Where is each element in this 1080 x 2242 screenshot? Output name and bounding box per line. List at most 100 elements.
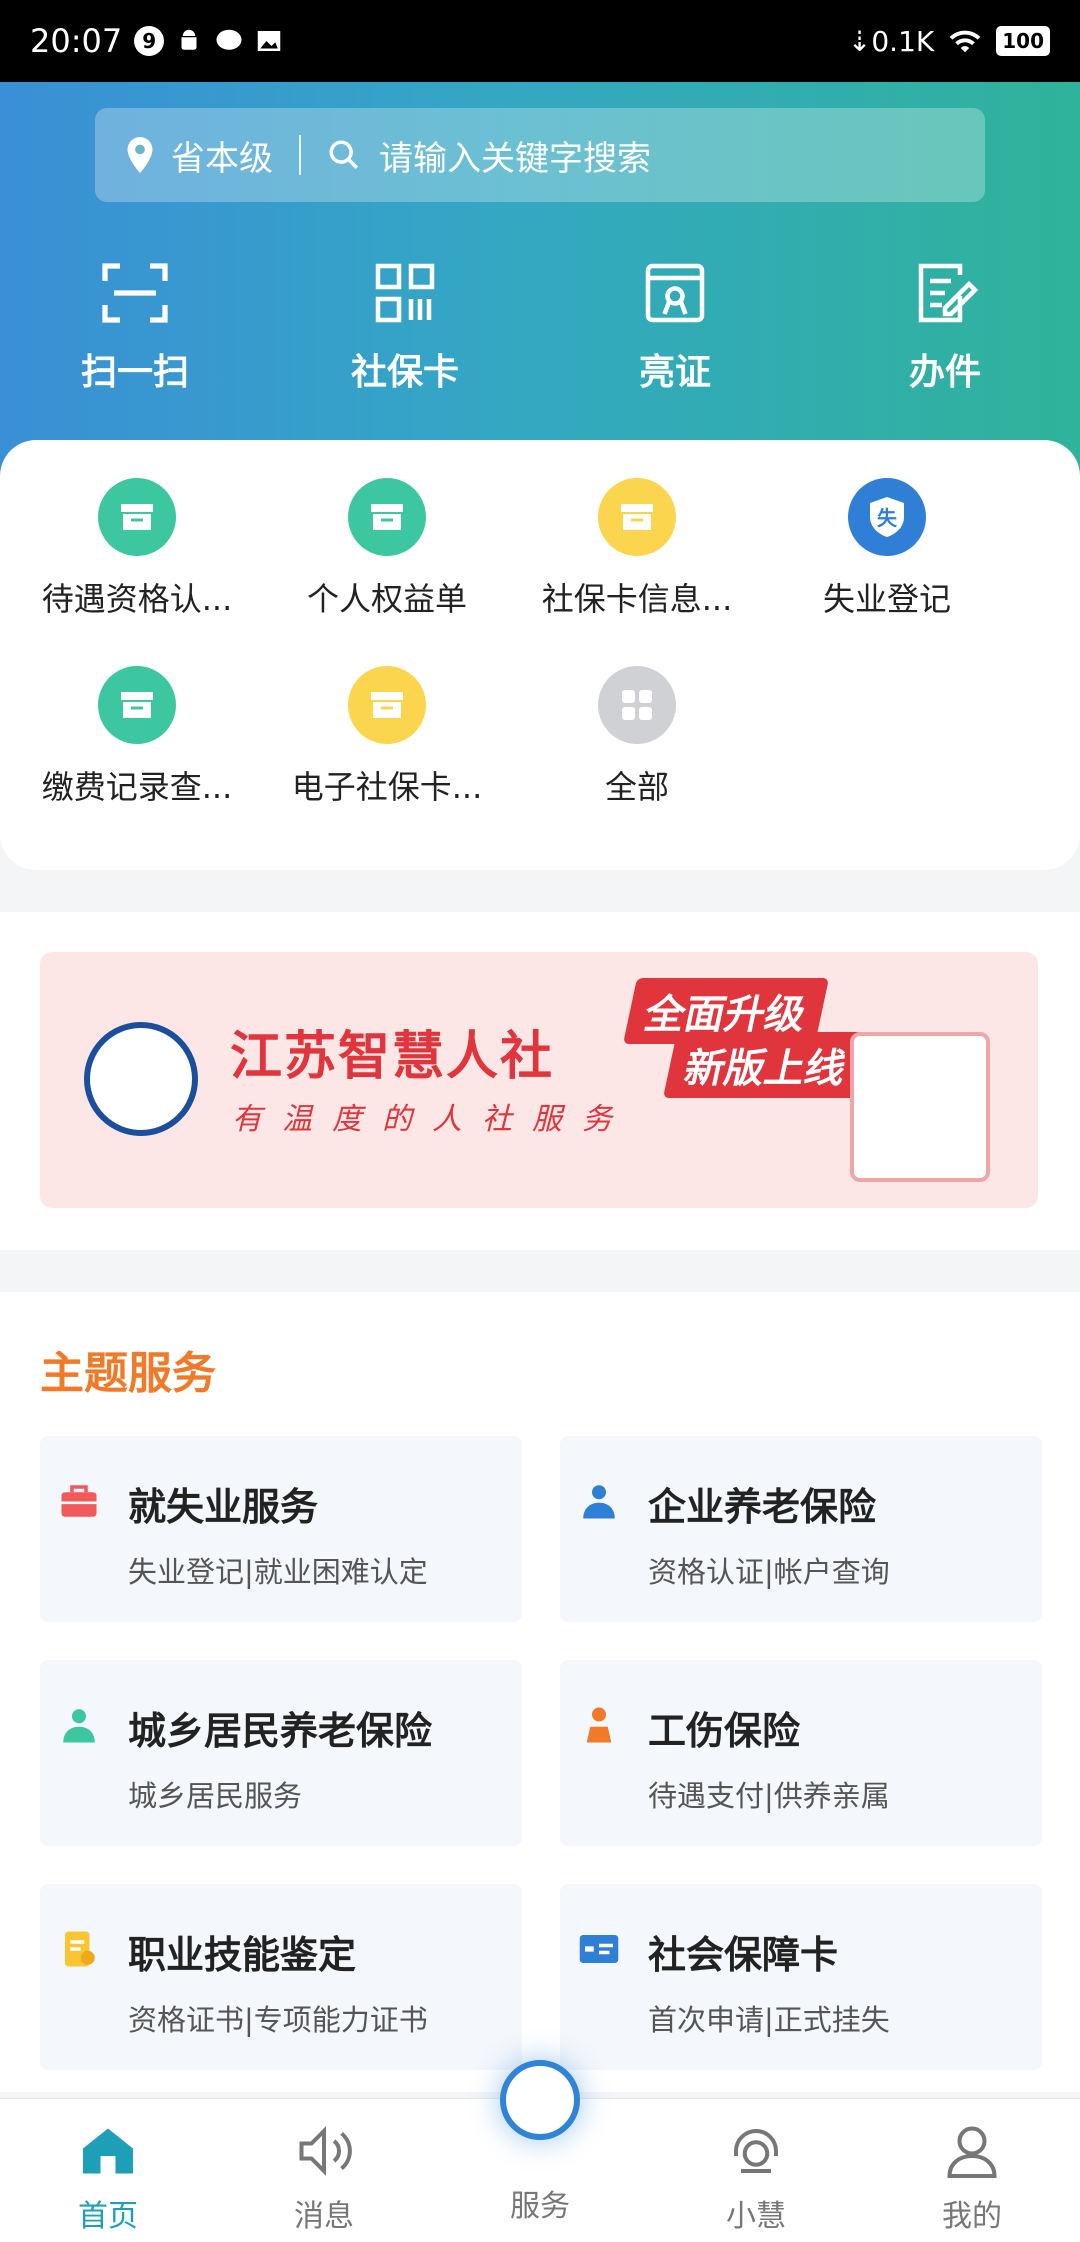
quick-handle[interactable]: 办件 bbox=[810, 257, 1080, 395]
tile-injury-insurance[interactable]: 工伤保险 待遇支付|供养亲属 bbox=[560, 1660, 1042, 1846]
tile-subtitle: 失业登记|就业困难认定 bbox=[128, 1555, 428, 1589]
home-icon bbox=[83, 2128, 133, 2174]
injury-icon bbox=[586, 1707, 612, 1743]
headset-icon bbox=[734, 2129, 778, 2173]
quick-handle-label: 办件 bbox=[908, 352, 981, 393]
section-title: 主题服务 bbox=[40, 1348, 216, 1399]
region-selector[interactable]: 省本级 bbox=[171, 131, 273, 180]
tile-title: 就失业服务 bbox=[128, 1485, 319, 1529]
wifi-icon bbox=[949, 30, 981, 53]
box-icon bbox=[98, 666, 176, 744]
service-all[interactable]: 全部 bbox=[512, 666, 762, 808]
service-qualification[interactable]: 待遇资格认... bbox=[12, 478, 262, 620]
skill-cert-icon bbox=[65, 1931, 95, 1967]
tab-label: 首页 bbox=[78, 2199, 138, 2234]
tile-title: 城乡居民养老保险 bbox=[128, 1709, 433, 1753]
service-label: 个人权益单 bbox=[306, 580, 467, 618]
promo-banner[interactable]: 江苏智慧人社 有温度的人社服务 全面升级 新版上线 bbox=[40, 952, 1038, 1208]
si-card-icon bbox=[579, 1935, 619, 1963]
battery-level: 100 bbox=[996, 26, 1050, 56]
screen-illustration bbox=[850, 1032, 990, 1182]
quick-certificate-label: 亮证 bbox=[638, 352, 711, 393]
tile-enterprise-pension[interactable]: 企业养老保险 资格认证|帐户查询 bbox=[560, 1436, 1042, 1622]
tile-subtitle: 待遇支付|供养亲属 bbox=[648, 1779, 890, 1813]
tile-subtitle: 首次申请|正式挂失 bbox=[648, 2003, 890, 2037]
tile-subtitle: 资格认证|帐户查询 bbox=[648, 1555, 890, 1589]
service-label: 电子社保卡... bbox=[291, 768, 483, 806]
tab-xiaohui[interactable]: 小慧 bbox=[648, 2099, 864, 2242]
tile-subtitle: 资格证书|专项能力证书 bbox=[128, 2003, 428, 2037]
service-label: 待遇资格认... bbox=[41, 580, 233, 618]
quick-actions: 扫一扫 社保卡 亮证 办件 bbox=[0, 257, 1080, 395]
tile-subtitle: 城乡居民服务 bbox=[128, 1779, 303, 1813]
banner-subtitle: 有温度的人社服务 bbox=[232, 1102, 632, 1137]
theme-services: 主题服务 就失业服务 失业登记|就业困难认定 企业养老保险 资格认证|帐户查询 … bbox=[0, 1292, 1080, 2092]
app-screen: 20:07 9 ⇣0.1K 100 省本级 请输入关键字搜索 扫一扫 社保卡 亮… bbox=[0, 0, 1080, 2242]
tile-title: 职业技能鉴定 bbox=[128, 1933, 357, 1977]
certificate-icon bbox=[645, 263, 705, 323]
location-pin-icon bbox=[127, 137, 153, 173]
status-bar: 20:07 9 ⇣0.1K 100 bbox=[0, 0, 1080, 82]
tile-employment[interactable]: 就失业服务 失业登记|就业困难认定 bbox=[40, 1436, 522, 1622]
network-speed: ⇣0.1K bbox=[847, 24, 935, 58]
android-icon bbox=[181, 29, 197, 50]
tab-label: 我的 bbox=[942, 2199, 1002, 2234]
box-icon bbox=[348, 666, 426, 744]
chat-icon bbox=[216, 29, 242, 50]
tab-label: 消息 bbox=[294, 2199, 354, 2234]
tile-title: 工伤保险 bbox=[648, 1709, 801, 1753]
scan-icon bbox=[102, 263, 168, 323]
header-banner: 省本级 请输入关键字搜索 扫一扫 社保卡 亮证 办件 bbox=[0, 82, 1080, 482]
search-bar[interactable]: 省本级 请输入关键字搜索 bbox=[95, 108, 985, 202]
quick-scan[interactable]: 扫一扫 bbox=[0, 257, 270, 395]
service-payment-records[interactable]: 缴费记录查... bbox=[12, 666, 262, 808]
service-label: 失业登记 bbox=[822, 580, 951, 618]
tab-label: 服务 bbox=[510, 2189, 570, 2224]
quick-certificate[interactable]: 亮证 bbox=[540, 257, 810, 395]
svg-text:失: 失 bbox=[877, 506, 898, 530]
box-icon bbox=[598, 478, 676, 556]
tab-label: 小慧 bbox=[726, 2199, 786, 2234]
status-time: 20:07 bbox=[30, 22, 123, 60]
tile-resident-pension[interactable]: 城乡居民养老保险 城乡居民服务 bbox=[40, 1660, 522, 1846]
banner-badge-new: 新版上线 bbox=[662, 1032, 870, 1098]
speaker-icon bbox=[299, 2126, 352, 2176]
center-service-button[interactable] bbox=[464, 2060, 616, 2170]
resident-icon bbox=[63, 1709, 95, 1743]
service-unemployment-reg[interactable]: 失 失业登记 bbox=[762, 478, 1012, 620]
services-grid: 待遇资格认... 个人权益单 社保卡信息... 失 失业登记 缴费记录查... … bbox=[0, 478, 1080, 808]
box-icon bbox=[348, 478, 426, 556]
notification-badge: 9 bbox=[134, 26, 165, 56]
quick-scan-label: 扫一扫 bbox=[80, 352, 189, 393]
search-input[interactable]: 请输入关键字搜索 bbox=[379, 131, 651, 180]
service-label: 缴费记录查... bbox=[41, 768, 233, 806]
quick-ss-card[interactable]: 社保卡 bbox=[270, 257, 540, 395]
search-divider bbox=[299, 135, 301, 175]
hrss-logo-icon bbox=[84, 1022, 198, 1136]
promo-banner-section: 江苏智慧人社 有温度的人社服务 全面升级 新版上线 bbox=[0, 912, 1080, 1250]
service-e-card[interactable]: 电子社保卡... bbox=[262, 666, 512, 808]
service-card-info[interactable]: 社保卡信息... bbox=[512, 478, 762, 620]
user-icon bbox=[947, 2126, 997, 2178]
shield-icon: 失 bbox=[848, 478, 926, 556]
tile-title: 社会保障卡 bbox=[648, 1933, 839, 1977]
grid-icon bbox=[598, 666, 676, 744]
banner-title: 江苏智慧人社 bbox=[230, 1027, 555, 1087]
worker-icon bbox=[583, 1485, 615, 1519]
service-logo-icon bbox=[500, 2060, 580, 2140]
service-label: 社保卡信息... bbox=[541, 580, 733, 618]
services-card: 待遇资格认... 个人权益单 社保卡信息... 失 失业登记 缴费记录查... … bbox=[0, 440, 1080, 870]
theme-tiles: 就失业服务 失业登记|就业困难认定 企业养老保险 资格认证|帐户查询 城乡居民养… bbox=[40, 1436, 1042, 2070]
tile-skill-appraisal[interactable]: 职业技能鉴定 资格证书|专项能力证书 bbox=[40, 1884, 522, 2070]
edit-doc-icon bbox=[918, 263, 979, 323]
service-rights-list[interactable]: 个人权益单 bbox=[262, 478, 512, 620]
box-icon bbox=[98, 478, 176, 556]
service-label: 全部 bbox=[604, 768, 669, 806]
tile-social-security-card[interactable]: 社会保障卡 首次申请|正式挂失 bbox=[560, 1884, 1042, 2070]
search-icon bbox=[329, 140, 359, 170]
qrcode-icon bbox=[375, 263, 435, 323]
tile-title: 企业养老保险 bbox=[648, 1485, 877, 1529]
tab-messages[interactable]: 消息 bbox=[216, 2099, 432, 2242]
tab-home[interactable]: 首页 bbox=[0, 2099, 216, 2242]
tab-mine[interactable]: 我的 bbox=[864, 2099, 1080, 2242]
